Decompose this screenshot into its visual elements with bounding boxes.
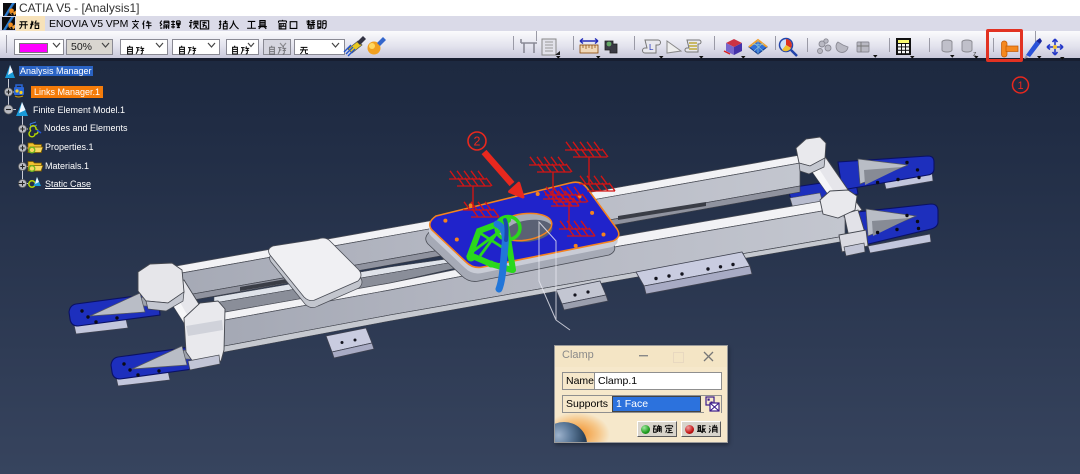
svg-text:2: 2 (474, 135, 481, 149)
svg-text:1: 1 (1017, 80, 1023, 92)
svg-text:L: L (649, 43, 654, 52)
